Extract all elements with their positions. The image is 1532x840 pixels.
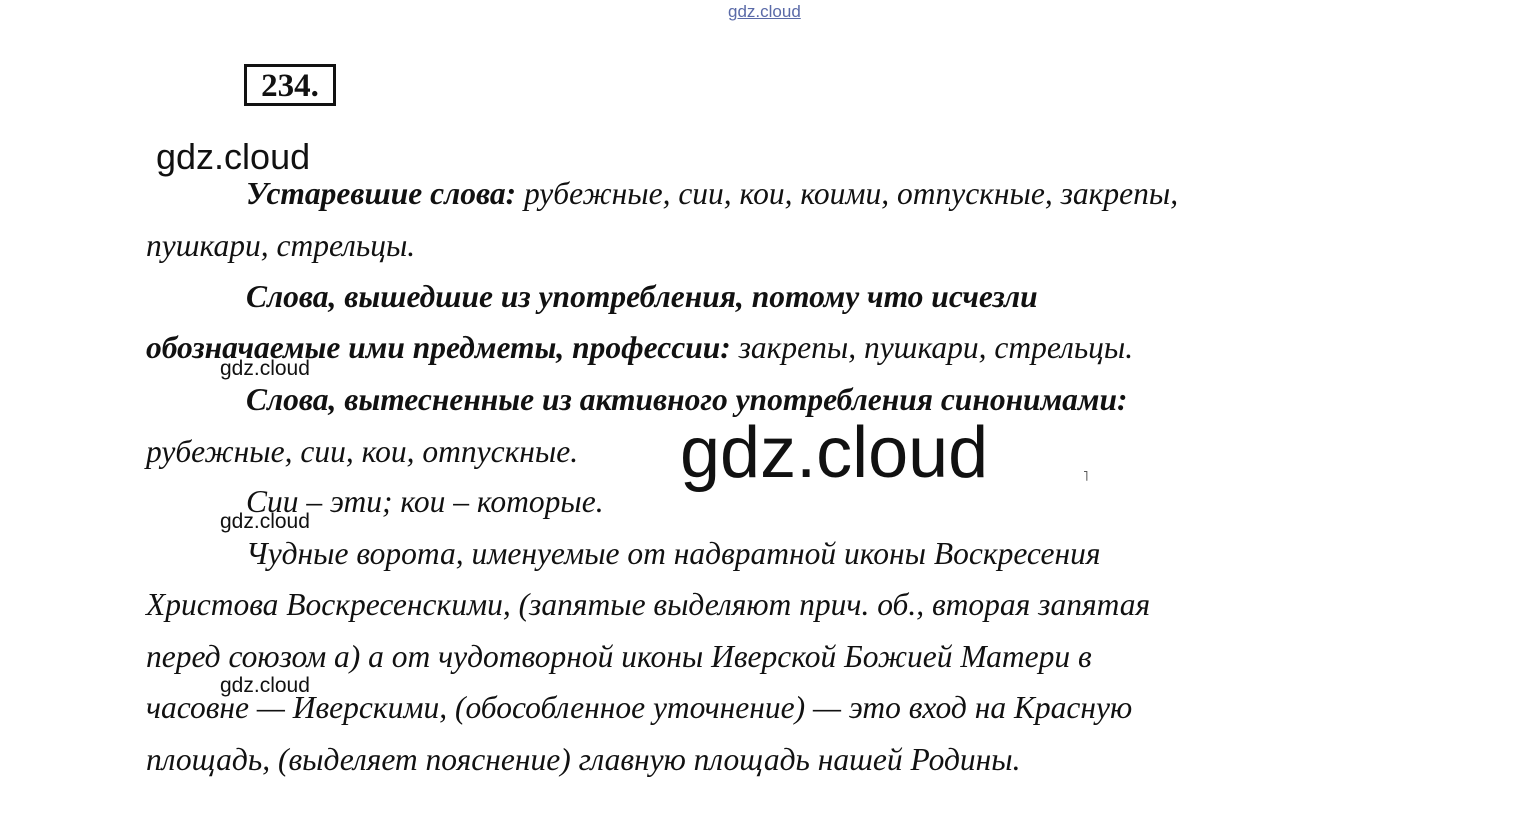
- watermark-upper-left: gdz.cloud: [156, 136, 311, 177]
- p1-heading: Устаревшие слова:: [246, 176, 517, 211]
- p5-line3: перед союзом а) а от чудотворной иконы И…: [146, 639, 1092, 674]
- exercise-number: 234.: [244, 64, 336, 106]
- p5-line5: площадь, (выделяет пояснение) главную пл…: [146, 742, 1021, 777]
- watermark-small-2: gdz.cloud: [220, 510, 310, 533]
- p5-line4: часовне — Иверскими, (обособленное уточн…: [146, 690, 1133, 725]
- watermark-small-1: gdz.cloud: [220, 357, 310, 380]
- p1-line1-text: рубежные, сии, кои, коими, отпускные, за…: [516, 176, 1179, 211]
- p5-line1: Чудные ворота, именуемые от надвратной и…: [246, 536, 1101, 571]
- watermark-top: gdz.cloud: [728, 2, 801, 21]
- watermark-center: gdz.cloud: [680, 413, 989, 493]
- p2-line2-text: закрепы, пушкари, стрельцы.: [730, 330, 1134, 365]
- p3-line2: рубежные, сии, кои, отпускные.: [146, 434, 579, 469]
- p1-line2: пушкари, стрельцы.: [146, 228, 416, 263]
- stray-mark: ˥: [1083, 470, 1089, 485]
- p2-line1: Слова, вышедшие из употребления, потому …: [246, 279, 1038, 314]
- p5-line2: Христова Воскресенскими, (запятые выделя…: [146, 587, 1151, 622]
- p1-line1: Устаревшие слова: рубежные, сии, кои, ко…: [246, 174, 1178, 214]
